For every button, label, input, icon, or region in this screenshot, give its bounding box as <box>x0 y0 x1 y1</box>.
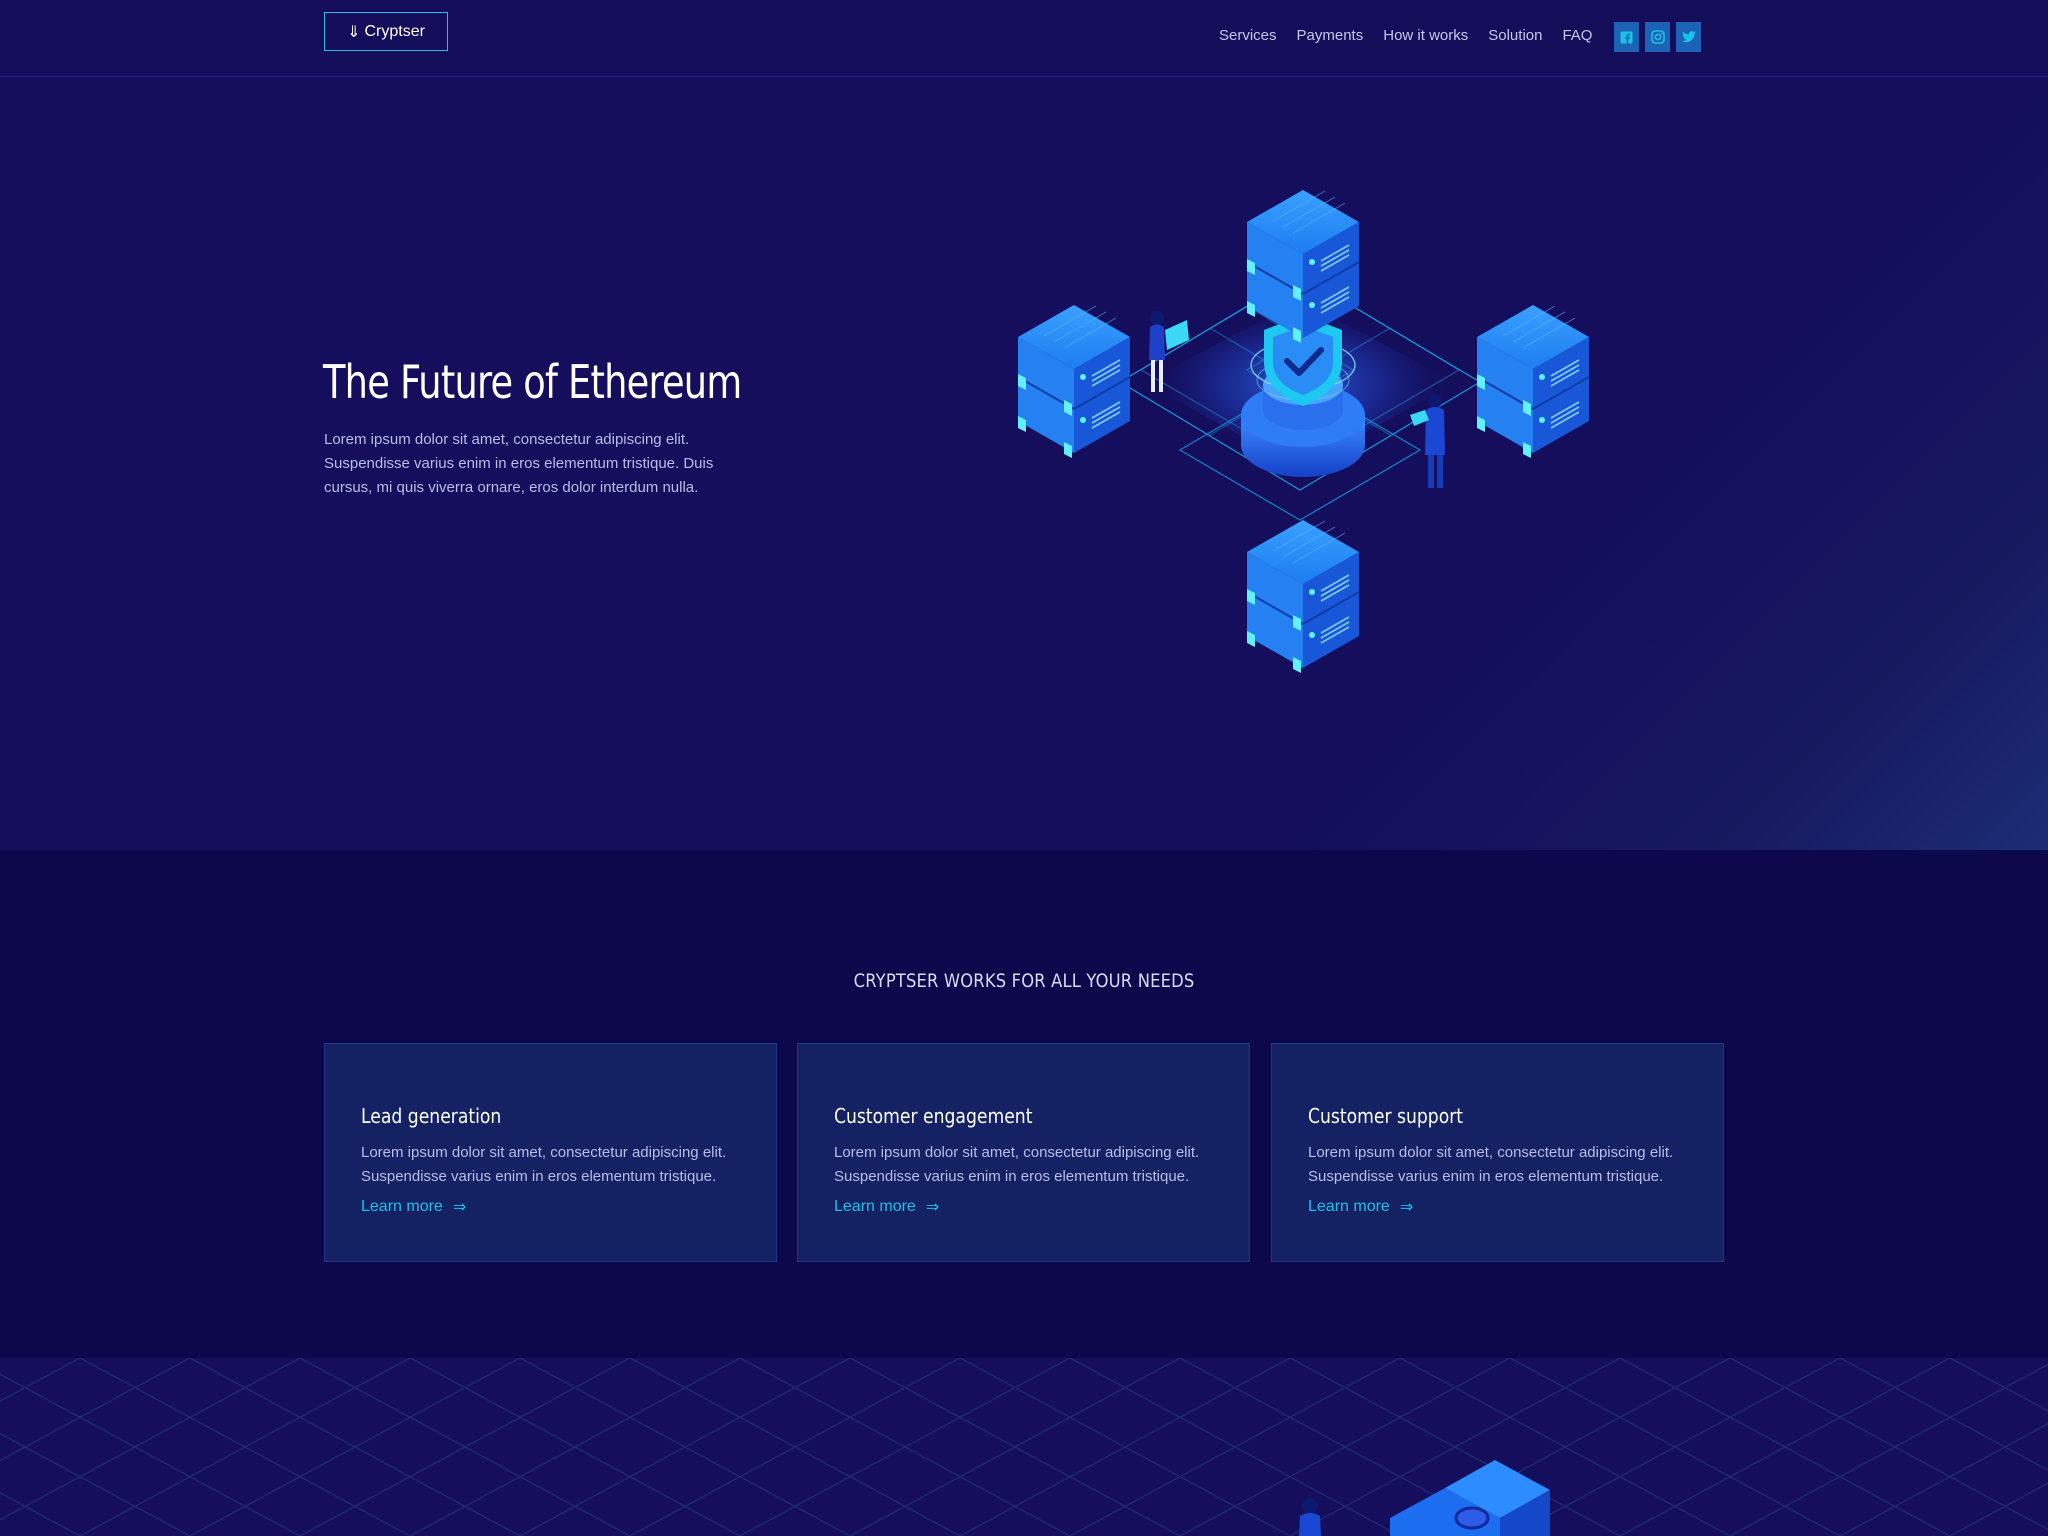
facebook-icon[interactable] <box>1614 22 1639 52</box>
hero-section: The Future of Ethereum Lorem ipsum dolor… <box>0 77 2048 850</box>
nav-how-it-works[interactable]: How it works <box>1383 27 1468 44</box>
twitter-icon[interactable] <box>1676 22 1701 52</box>
isometric-grid-section <box>0 1358 2048 1536</box>
isometric-grid-background <box>0 1358 2048 1536</box>
feature-card-customer-support: Customer support Lorem ipsum dolor sit a… <box>1271 1043 1724 1262</box>
nav-services[interactable]: Services <box>1219 27 1277 44</box>
logo-text: Cryptser <box>364 22 425 40</box>
card-text: Lorem ipsum dolor sit amet, consectetur … <box>834 1144 1200 1185</box>
person-right-figure <box>1410 394 1445 488</box>
logo-button[interactable]: ⇓ Cryptser <box>324 12 448 51</box>
card-text: Lorem ipsum dolor sit amet, consectetur … <box>1308 1144 1674 1185</box>
card-title: Customer engagement <box>834 1104 1033 1128</box>
arrow-right-icon: ⇒ <box>1399 1199 1414 1216</box>
learn-more-link[interactable]: Learn more ⇒ <box>834 1197 939 1217</box>
blockchain-network-illustration <box>1017 189 1590 674</box>
feature-card-customer-engagement: Customer engagement Lorem ipsum dolor si… <box>797 1043 1250 1262</box>
main-nav: Services Payments How it works Solution … <box>1219 27 1592 44</box>
down-arrow-icon: ⇓ <box>347 23 361 41</box>
hero-description: Lorem ipsum dolor sit amet, consectetur … <box>324 431 714 496</box>
instagram-icon[interactable] <box>1645 22 1670 52</box>
card-title: Customer support <box>1308 1104 1464 1128</box>
site-header: ⇓ Cryptser Services Payments How it work… <box>0 0 2048 77</box>
learn-more-link[interactable]: Learn more ⇒ <box>361 1197 466 1217</box>
nav-solution[interactable]: Solution <box>1488 27 1542 44</box>
hero-title: The Future of Ethereum <box>323 355 742 409</box>
learn-more-link[interactable]: Learn more ⇒ <box>1308 1197 1413 1217</box>
nav-faq[interactable]: FAQ <box>1562 27 1592 44</box>
feature-card-lead-generation: Lead generation Lorem ipsum dolor sit am… <box>324 1043 777 1262</box>
features-heading: CRYPTSER WORKS FOR ALL YOUR NEEDS <box>853 970 1195 992</box>
nav-payments[interactable]: Payments <box>1297 27 1364 44</box>
partial-server-illustration <box>1299 1460 1550 1536</box>
arrow-right-icon: ⇒ <box>452 1199 467 1216</box>
social-links <box>1614 22 1701 52</box>
card-text: Lorem ipsum dolor sit amet, consectetur … <box>361 1144 727 1185</box>
arrow-right-icon: ⇒ <box>925 1199 940 1216</box>
card-title: Lead generation <box>361 1104 502 1128</box>
features-section: CRYPTSER WORKS FOR ALL YOUR NEEDS Lead g… <box>0 850 2048 1358</box>
